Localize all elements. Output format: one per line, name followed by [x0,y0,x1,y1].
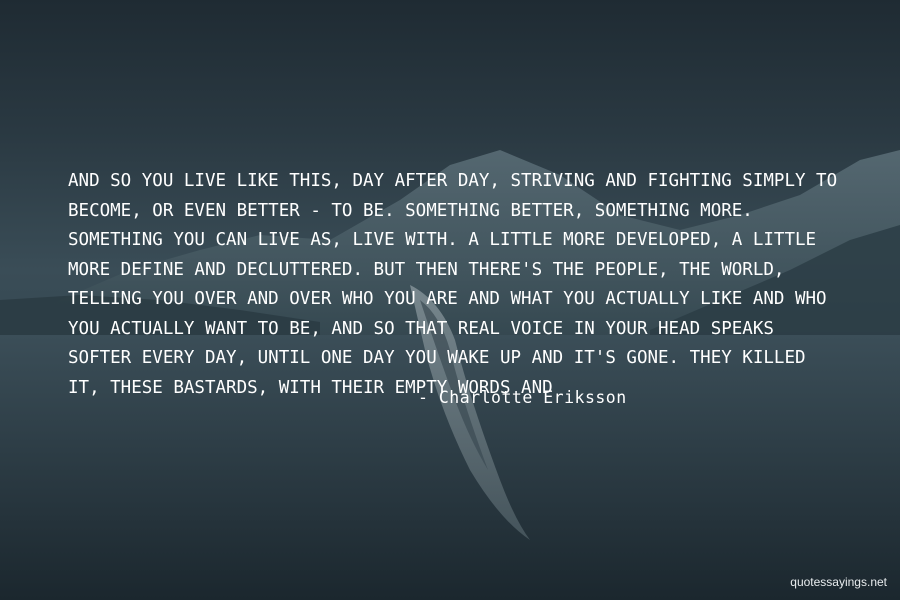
quote-author: - Charlotte Eriksson [418,388,627,407]
quote-image: And so you live like this, day after day… [0,0,900,600]
site-watermark[interactable]: quotessayings.net [790,575,887,589]
quote-text: And so you live like this, day after day… [68,171,838,398]
